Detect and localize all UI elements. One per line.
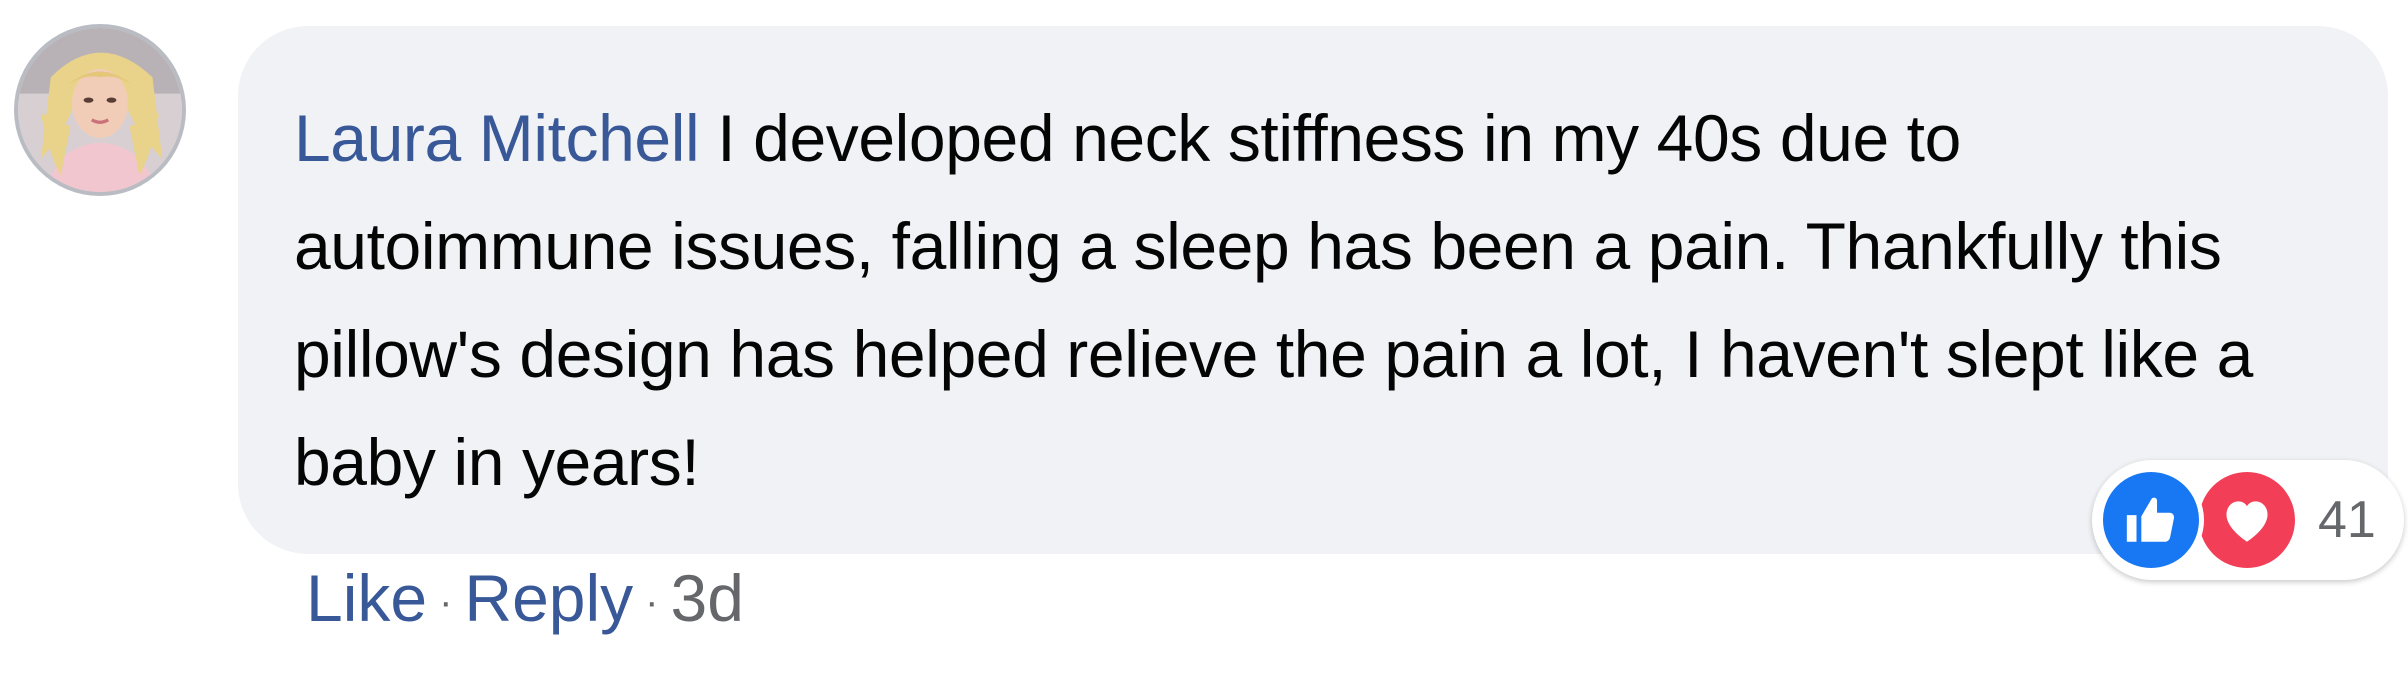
love-reaction-icon (2194, 467, 2300, 573)
separator-dot: · (439, 580, 453, 624)
avatar[interactable] (18, 28, 182, 192)
separator-dot: · (645, 580, 659, 624)
reactions-summary[interactable]: 41 (2092, 460, 2404, 580)
like-reaction-icon (2098, 467, 2204, 573)
reply-button[interactable]: Reply (464, 560, 633, 636)
comment-actions: Like · Reply · 3d (306, 560, 744, 636)
comment: Laura Mitchell I developed neck stiffness… (0, 0, 2408, 680)
timestamp[interactable]: 3d (670, 560, 743, 636)
comment-bubble: Laura Mitchell I developed neck stiffness… (238, 26, 2388, 554)
author-name-link[interactable]: Laura Mitchell (294, 101, 700, 175)
comment-body: Laura Mitchell I developed neck stiffness… (294, 84, 2308, 516)
like-button[interactable]: Like (306, 560, 427, 636)
reaction-count: 41 (2318, 491, 2376, 549)
avatar-photo-icon (18, 28, 182, 192)
